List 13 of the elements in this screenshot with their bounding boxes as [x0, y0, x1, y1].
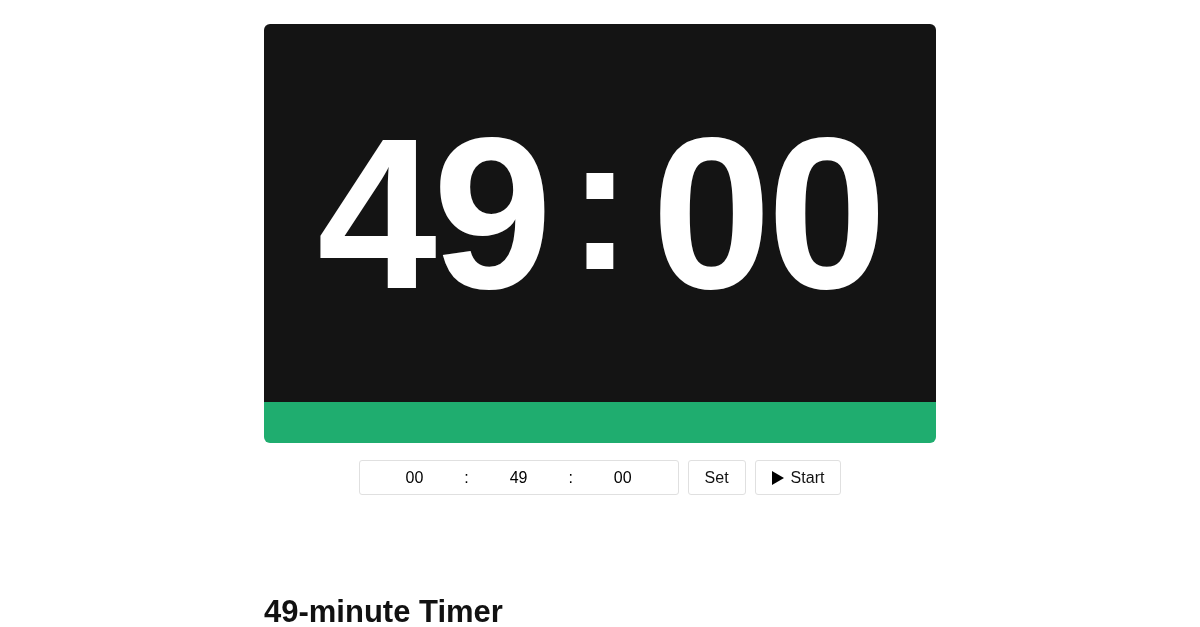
- time-value: 00: [404, 467, 425, 488]
- set-button[interactable]: Set: [687, 460, 746, 495]
- time-value: 00: [612, 467, 633, 488]
- colon-text: :: [568, 108, 632, 298]
- colon-text: :: [464, 467, 469, 488]
- seconds-text: 00: [651, 105, 883, 321]
- page-heading: 49-minute Timer: [264, 593, 504, 627]
- colon-text: :: [568, 467, 573, 488]
- play-icon: [771, 470, 784, 485]
- minutes-text: 49: [317, 105, 549, 321]
- time-input[interactable]: 00 : 49 : 00: [358, 460, 679, 495]
- start-button[interactable]: Start: [754, 460, 842, 495]
- time-value: 49: [508, 467, 529, 488]
